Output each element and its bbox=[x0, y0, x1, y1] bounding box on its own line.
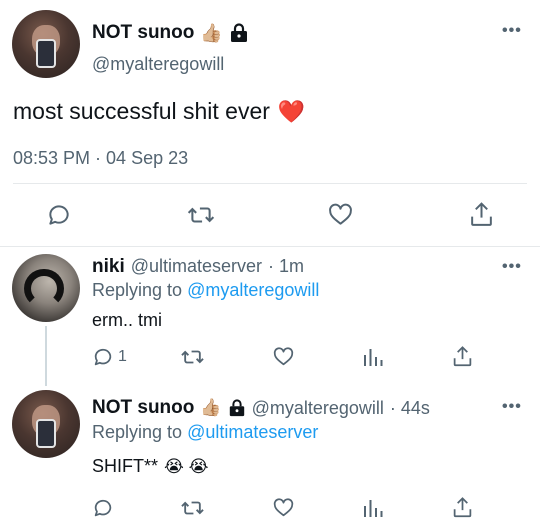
avatar-reply2[interactable] bbox=[12, 390, 80, 458]
divider-main-stats bbox=[13, 183, 527, 184]
divider-main-end bbox=[0, 246, 540, 247]
main-tweet-text-row: most successful shit ever ❤️ bbox=[13, 98, 305, 125]
replying-prefix: Replying to bbox=[92, 422, 183, 442]
retweet-icon[interactable] bbox=[180, 346, 205, 368]
avatar-headphones bbox=[24, 268, 64, 309]
avatar-phone bbox=[36, 38, 56, 69]
heart-icon[interactable] bbox=[327, 202, 354, 228]
retweet-icon[interactable] bbox=[180, 497, 205, 519]
reply2-header: NOT sunoo 👍🏼 @myalteregowill · 44s bbox=[92, 397, 430, 419]
replying-mention[interactable]: @myalteregowill bbox=[187, 280, 319, 300]
reply1-time[interactable]: · 1m bbox=[268, 256, 304, 277]
share-icon[interactable] bbox=[452, 496, 473, 519]
replying-prefix: Replying to bbox=[92, 280, 183, 300]
reply1-header: niki @ultimateserver · 1m bbox=[92, 256, 304, 278]
reply1-text: erm.. tmi bbox=[92, 310, 162, 330]
reply2-text: SHIFT** bbox=[92, 456, 159, 476]
main-author-row: NOT sunoo 👍🏼 bbox=[92, 20, 249, 46]
crying-emoji: 😭 😭 bbox=[164, 456, 209, 476]
more-icon-reply1[interactable]: ••• bbox=[502, 258, 522, 276]
more-icon-reply2[interactable]: ••• bbox=[502, 398, 522, 416]
replying-mention[interactable]: @ultimateserver bbox=[187, 422, 318, 442]
thread-line bbox=[45, 326, 47, 386]
share-icon[interactable] bbox=[469, 201, 494, 228]
heart-icon[interactable] bbox=[272, 497, 295, 519]
share-icon[interactable] bbox=[452, 345, 473, 368]
more-icon[interactable]: ••• bbox=[502, 22, 522, 40]
analytics-icon[interactable] bbox=[362, 346, 384, 368]
heart-icon[interactable] bbox=[272, 346, 295, 368]
reply1-handle[interactable]: @ultimateserver bbox=[131, 256, 262, 277]
reply1-reply-count: 1 bbox=[118, 348, 127, 365]
reply-icon[interactable] bbox=[46, 202, 72, 228]
retweet-icon[interactable] bbox=[187, 202, 215, 228]
reply-icon[interactable] bbox=[92, 497, 114, 519]
reply2-handle[interactable]: @myalteregowill bbox=[252, 398, 384, 419]
avatar-niki[interactable] bbox=[12, 254, 80, 322]
reply1-reply-action[interactable]: 1 bbox=[92, 346, 127, 368]
reply1-replying-to: Replying to @myalteregowill bbox=[92, 280, 319, 301]
main-display-name[interactable]: NOT sunoo bbox=[92, 22, 194, 44]
thumbs-up-emoji: 👍🏼 bbox=[200, 22, 223, 43]
reply1-display-name[interactable]: niki bbox=[92, 256, 125, 278]
main-timestamp[interactable]: 08:53 PM · 04 Sep 23 bbox=[13, 148, 188, 169]
avatar-phone bbox=[36, 418, 56, 449]
lock-icon bbox=[229, 23, 249, 43]
reply2-time[interactable]: · 44s bbox=[390, 398, 430, 419]
reply-icon bbox=[92, 346, 114, 368]
main-tweet-text: most successful shit ever bbox=[13, 98, 270, 124]
lock-icon bbox=[228, 399, 246, 417]
reply2-text-row: SHIFT** 😭 😭 bbox=[92, 456, 208, 477]
reply2-replying-to: Replying to @ultimateserver bbox=[92, 422, 318, 443]
thumbs-up-emoji: 👍🏼 bbox=[200, 398, 222, 417]
analytics-icon[interactable] bbox=[362, 497, 384, 519]
red-heart-emoji: ❤️ bbox=[277, 98, 306, 124]
avatar-main[interactable] bbox=[12, 10, 80, 78]
main-handle[interactable]: @myalteregowill bbox=[92, 54, 224, 75]
reply2-display-name[interactable]: NOT sunoo bbox=[92, 397, 194, 419]
